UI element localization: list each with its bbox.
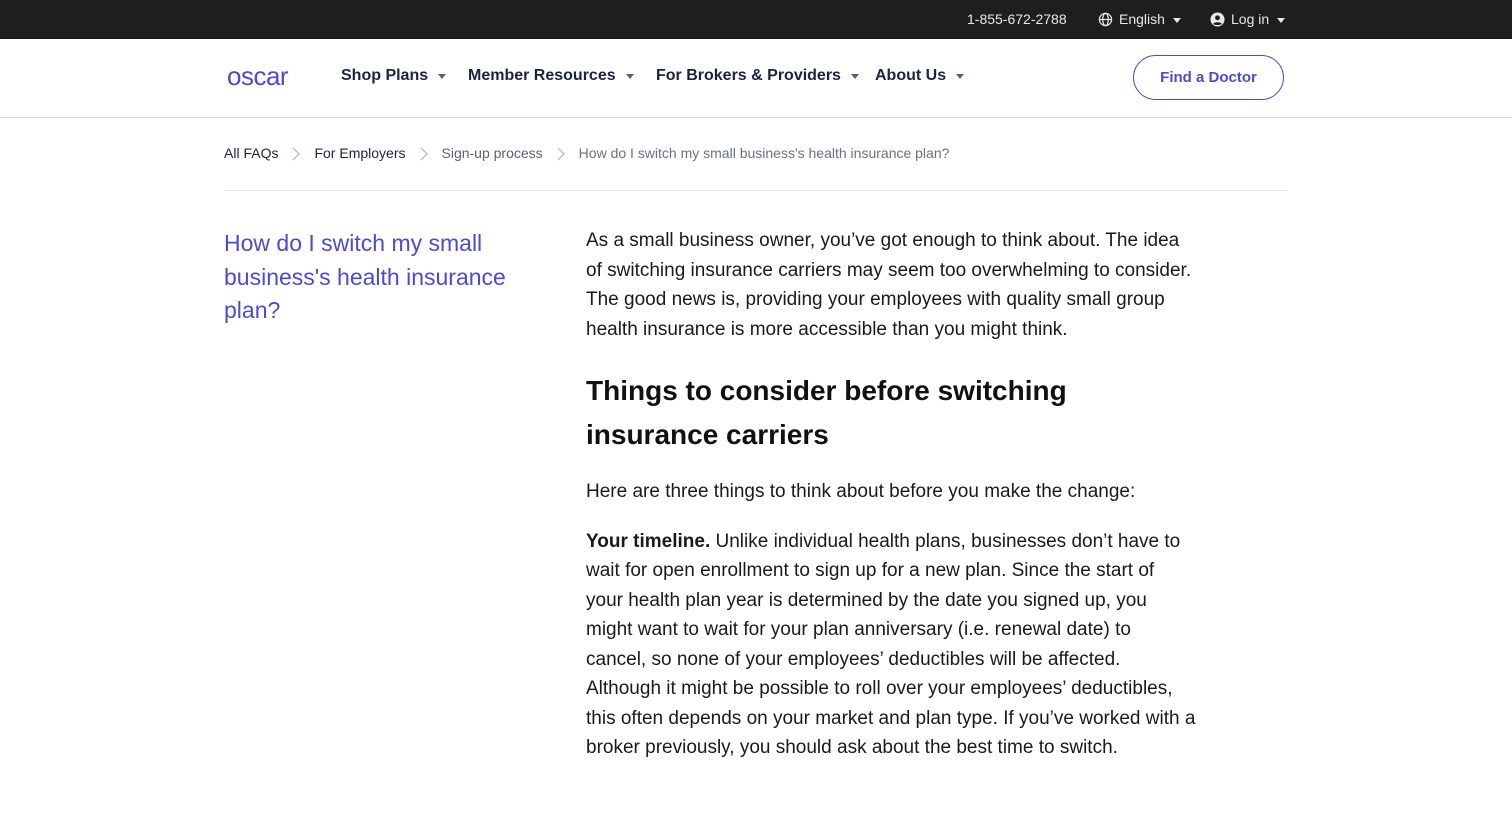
article-timeline-paragraph: Your timeline. Unlike individual health … xyxy=(586,527,1196,763)
breadcrumb: All FAQs For Employers Sign-up process H… xyxy=(224,145,1288,191)
main-nav: oscar Shop Plans Member Resources For Br… xyxy=(0,39,1512,118)
nav-brokers-providers[interactable]: For Brokers & Providers xyxy=(656,67,859,85)
svg-text:oscar: oscar xyxy=(227,63,289,91)
article-intro: As a small business owner, you’ve got en… xyxy=(586,230,1192,340)
chevron-down-icon xyxy=(1277,18,1286,23)
article-lead: Here are three things to think about bef… xyxy=(586,481,1136,502)
nav-member-resources-label: Member Resources xyxy=(468,67,616,84)
phone-link[interactable]: 1-855-672-2788 xyxy=(967,11,1067,27)
breadcrumb-all-faqs[interactable]: All FAQs xyxy=(224,145,278,161)
chevron-right-icon xyxy=(420,145,428,162)
faq-title: How do I switch my small business's heal… xyxy=(224,230,506,323)
chevron-down-icon xyxy=(1172,18,1181,23)
utility-bar: 1-855-672-2788 English Log in xyxy=(0,0,1512,39)
nav-brokers-providers-label: For Brokers & Providers xyxy=(656,67,841,84)
login-menu[interactable]: Log in xyxy=(1210,11,1286,27)
oscar-logo[interactable]: oscar xyxy=(227,61,301,96)
language-selector[interactable]: English xyxy=(1098,11,1181,27)
breadcrumb-for-employers[interactable]: For Employers xyxy=(314,145,405,161)
chevron-right-icon xyxy=(292,145,301,162)
timeline-label: Your timeline. xyxy=(586,530,711,552)
nav-shop-plans[interactable]: Shop Plans xyxy=(341,67,447,85)
find-a-doctor-button[interactable]: Find a Doctor xyxy=(1133,55,1284,100)
timeline-text: Unlike individual health plans, business… xyxy=(586,530,1196,759)
chevron-down-icon xyxy=(850,73,859,79)
breadcrumb-sign-up-process[interactable]: Sign-up process xyxy=(442,145,543,161)
user-icon xyxy=(1210,11,1225,27)
nav-about-us-label: About Us xyxy=(875,67,947,84)
login-label: Log in xyxy=(1231,11,1270,27)
globe-icon xyxy=(1098,12,1113,27)
language-label: English xyxy=(1119,11,1165,27)
nav-member-resources[interactable]: Member Resources xyxy=(468,67,634,85)
chevron-down-icon xyxy=(438,73,447,79)
nav-about-us[interactable]: About Us xyxy=(875,67,965,85)
article-body: As a small business owner, you’ve got en… xyxy=(586,226,1196,763)
article-heading: Things to consider before switching insu… xyxy=(586,375,1067,450)
nav-shop-plans-label: Shop Plans xyxy=(341,67,429,84)
chevron-down-icon xyxy=(956,73,965,79)
breadcrumb-current-page: How do I switch my small business's heal… xyxy=(578,145,950,161)
chevron-down-icon xyxy=(625,73,634,79)
chevron-right-icon xyxy=(557,145,565,162)
